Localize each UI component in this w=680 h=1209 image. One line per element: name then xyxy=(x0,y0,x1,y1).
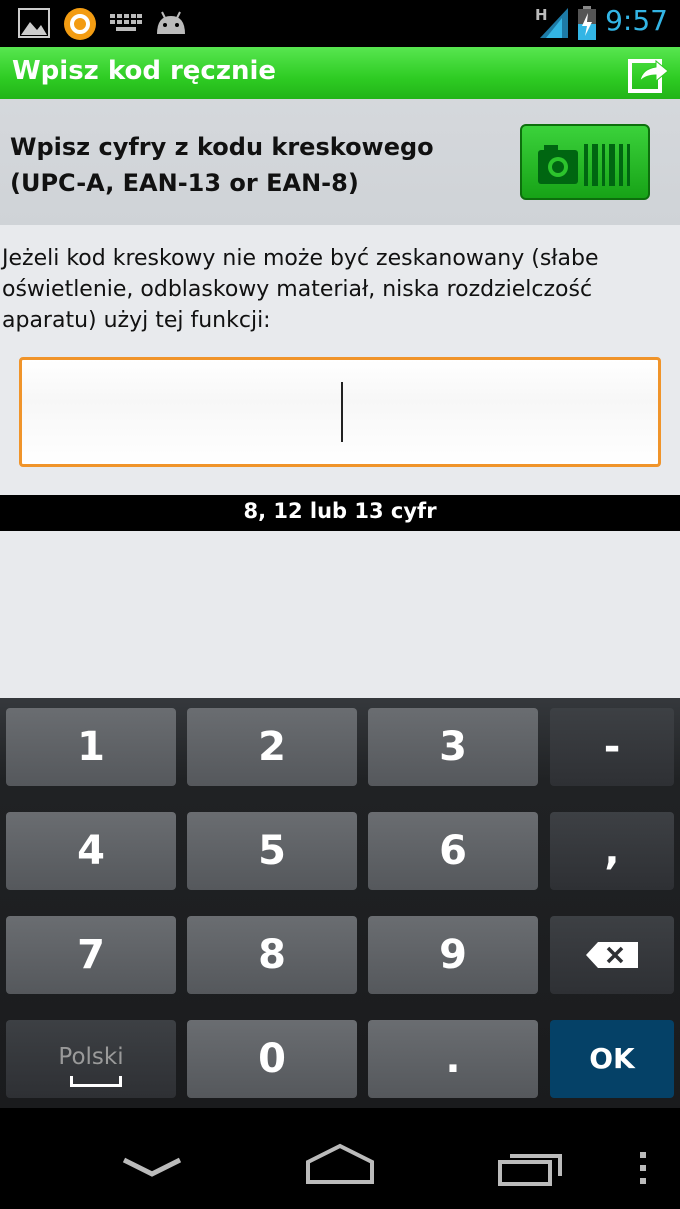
keyboard-icon xyxy=(110,14,142,31)
home-icon[interactable] xyxy=(302,1142,378,1186)
key-0[interactable]: 0 xyxy=(187,1020,357,1098)
empty-area xyxy=(0,531,680,698)
key-comma[interactable]: , xyxy=(550,812,674,890)
numeric-keyboard: 1 2 3 - 4 5 6 , 7 8 9 Polski 0 . OK xyxy=(0,698,680,1108)
key-4[interactable]: 4 xyxy=(6,812,176,890)
key-3[interactable]: 3 xyxy=(368,708,538,786)
language-space-key[interactable]: Polski xyxy=(6,1020,176,1098)
ok-key[interactable]: OK xyxy=(550,1020,674,1098)
app-notification-icon xyxy=(64,8,96,40)
header-text: Wpisz cyfry z kodu kreskowego (UPC-A, EA… xyxy=(10,129,434,201)
key-dot[interactable]: . xyxy=(368,1020,538,1098)
android-icon xyxy=(157,11,185,34)
battery-charging-icon xyxy=(578,6,596,40)
hide-keyboard-icon[interactable] xyxy=(120,1156,184,1178)
barcode-digits-input[interactable] xyxy=(19,357,661,467)
title-bar: Wpisz kod ręcznie xyxy=(0,47,680,99)
key-1[interactable]: 1 xyxy=(6,708,176,786)
header-line-1: Wpisz cyfry z kodu kreskowego xyxy=(10,133,434,161)
key-9[interactable]: 9 xyxy=(368,916,538,994)
key-7[interactable]: 7 xyxy=(6,916,176,994)
text-cursor xyxy=(341,382,343,442)
language-label: Polski xyxy=(58,1044,124,1070)
scan-barcode-button[interactable] xyxy=(520,124,650,200)
key-2[interactable]: 2 xyxy=(187,708,357,786)
camera-barcode-icon xyxy=(538,144,630,186)
key-5[interactable]: 5 xyxy=(187,812,357,890)
share-icon[interactable] xyxy=(628,53,670,93)
backspace-key[interactable] xyxy=(550,916,674,994)
recent-apps-icon[interactable] xyxy=(496,1148,566,1188)
key-8[interactable]: 8 xyxy=(187,916,357,994)
clock: 9:57 xyxy=(605,4,668,37)
hint-bar: 8, 12 lub 13 cyfr xyxy=(0,495,680,531)
backspace-icon xyxy=(586,942,638,968)
gallery-icon xyxy=(18,8,50,38)
status-bar: H 9:57 xyxy=(0,0,680,47)
signal-icon xyxy=(540,8,568,38)
page-title: Wpisz kod ręcznie xyxy=(12,56,277,86)
header-line-2: (UPC-A, EAN-13 or EAN-8) xyxy=(10,169,359,197)
digits-hint: 8, 12 lub 13 cyfr xyxy=(243,499,437,523)
spacebar-icon xyxy=(70,1076,122,1087)
key-6[interactable]: 6 xyxy=(368,812,538,890)
description-text: Jeżeli kod kreskowy nie może być zeskano… xyxy=(2,246,599,333)
navigation-bar xyxy=(0,1108,680,1209)
key-dash[interactable]: - xyxy=(550,708,674,786)
menu-icon[interactable] xyxy=(637,1150,649,1186)
